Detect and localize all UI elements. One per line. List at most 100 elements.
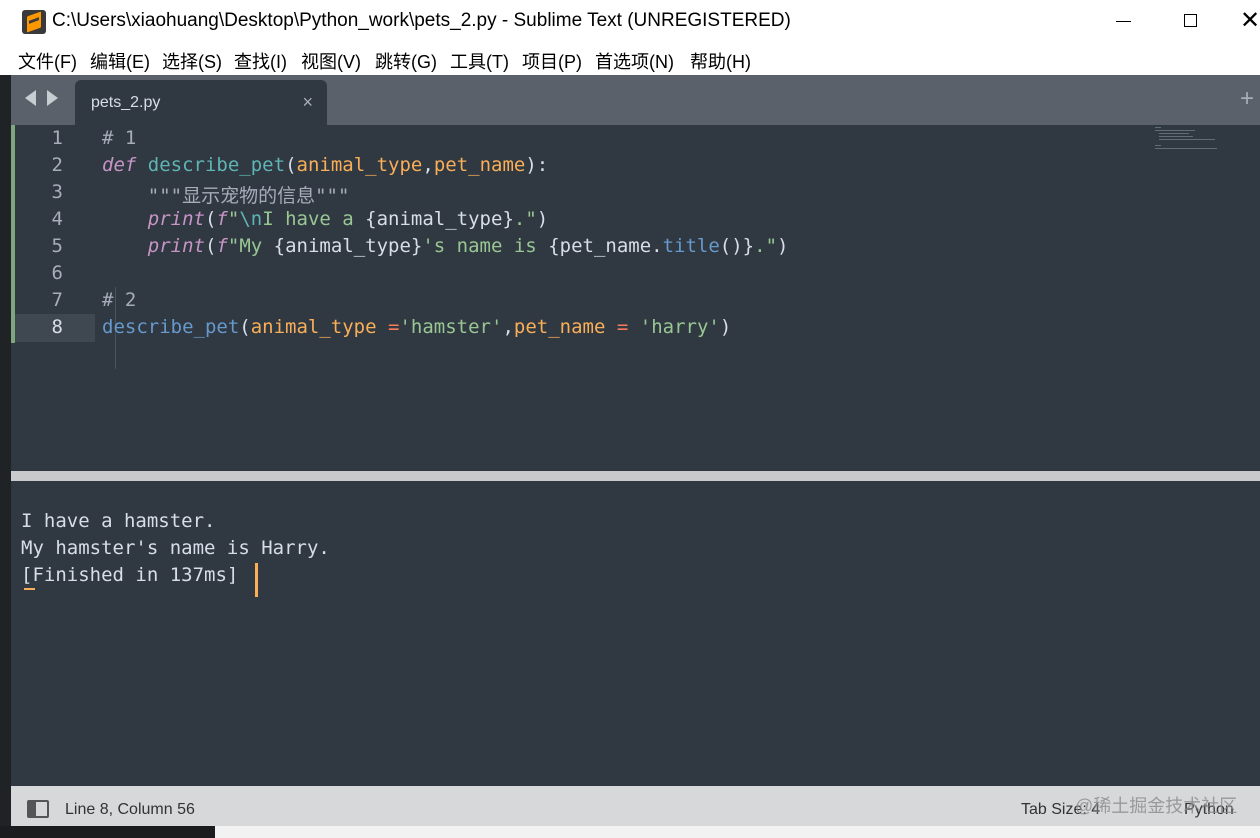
code-token: def bbox=[102, 154, 137, 176]
tab-bar: pets_2.py × + bbox=[11, 75, 1260, 125]
output-line: I have a hamster. bbox=[21, 510, 216, 532]
tab-label: pets_2.py bbox=[91, 94, 161, 111]
code-editor[interactable]: 12345678 # 1 def describe_pet(animal_type… bbox=[11, 125, 1260, 471]
menu-find[interactable]: 查找(I) bbox=[234, 48, 287, 74]
code-token: describe_pet bbox=[147, 154, 286, 176]
line-number: 5 bbox=[51, 235, 63, 257]
code-token: ( bbox=[239, 316, 251, 338]
code-token: ( bbox=[204, 208, 217, 230]
code-token: """显示宠物的信息""" bbox=[102, 185, 350, 207]
code-token: ." bbox=[513, 208, 537, 230]
code-line[interactable]: print(f"\nI have a {animal_type}.") bbox=[102, 208, 548, 230]
triangle-right-icon[interactable] bbox=[47, 90, 58, 106]
code-token: \n bbox=[239, 208, 263, 230]
code-token: ) bbox=[719, 316, 732, 338]
code-token: print bbox=[147, 208, 205, 230]
code-token: ) bbox=[536, 208, 549, 230]
menu-selection[interactable]: 选择(S) bbox=[162, 48, 222, 74]
taskbar-strip-light bbox=[215, 826, 1260, 838]
code-line[interactable]: """显示宠物的信息""" bbox=[102, 181, 350, 208]
status-bar: Line 8, Column 56 Tab Size: 4 Python @稀土… bbox=[11, 786, 1260, 826]
code-line[interactable]: print(f"My {animal_type}'s name is {pet_… bbox=[102, 235, 789, 257]
code-token: # 1 bbox=[102, 127, 137, 149]
code-token: ." bbox=[754, 235, 778, 257]
menu-help[interactable]: 帮助(H) bbox=[690, 48, 751, 74]
minimap[interactable] bbox=[1155, 127, 1245, 153]
bracket-match-underline bbox=[24, 588, 35, 590]
close-icon[interactable]: × bbox=[302, 92, 313, 113]
minimize-button[interactable] bbox=[1116, 21, 1131, 22]
build-output-panel: I have a hamster. My hamster's name is H… bbox=[11, 481, 1260, 786]
code-token: " bbox=[227, 208, 240, 230]
code-token: describe_pet bbox=[102, 316, 240, 338]
line-number: 1 bbox=[51, 127, 63, 149]
cursor-position[interactable]: Line 8, Column 56 bbox=[65, 801, 195, 819]
code-token: {pet_name. bbox=[548, 235, 663, 257]
code-token: {animal_type} bbox=[365, 208, 514, 230]
output-line: [Finished in 137ms] bbox=[21, 564, 239, 586]
sublime-text-icon bbox=[22, 10, 46, 34]
plus-icon[interactable]: + bbox=[1240, 85, 1254, 113]
code-token: ()} bbox=[719, 235, 755, 257]
output-line: My hamster's name is Harry. bbox=[21, 537, 330, 559]
code-token: , bbox=[422, 154, 434, 176]
line-number: 3 bbox=[51, 181, 63, 203]
triangle-left-icon[interactable] bbox=[25, 90, 36, 106]
code-line[interactable]: # 2 bbox=[102, 289, 136, 311]
panel-splitter[interactable] bbox=[11, 471, 1260, 481]
title-bar: C:\Users\xiaohuang\Desktop\Python_work\p… bbox=[0, 0, 1260, 44]
window-left-edge bbox=[0, 75, 11, 838]
code-token: 'hamster' bbox=[399, 316, 503, 338]
line-number: 8 bbox=[51, 316, 63, 338]
line-number: 6 bbox=[51, 262, 63, 284]
code-token: ( bbox=[204, 235, 217, 257]
watermark: @稀土掘金技术社区 bbox=[1075, 796, 1238, 816]
line-number: 2 bbox=[51, 154, 63, 176]
code-token: ( bbox=[285, 154, 297, 176]
window-title: C:\Users\xiaohuang\Desktop\Python_work\p… bbox=[52, 10, 791, 31]
menu-preferences[interactable]: 首选项(N) bbox=[595, 48, 674, 74]
code-token: # 2 bbox=[102, 289, 137, 311]
code-line[interactable]: def describe_pet(animal_type,pet_name): bbox=[102, 154, 548, 176]
code-token: pet_name bbox=[513, 316, 606, 338]
code-token: pet_name bbox=[433, 154, 526, 176]
close-window-button[interactable]: ✕ bbox=[1240, 6, 1260, 36]
line-number: 7 bbox=[51, 289, 63, 311]
code-token: title bbox=[662, 235, 720, 257]
code-token: animal_type bbox=[296, 154, 423, 176]
code-token: = bbox=[616, 316, 629, 338]
line-number: 4 bbox=[51, 208, 63, 230]
code-token: ) bbox=[777, 235, 789, 257]
code-token: {animal_type} bbox=[273, 235, 423, 257]
code-token: = bbox=[388, 316, 400, 338]
maximize-button[interactable] bbox=[1184, 14, 1197, 27]
menu-project[interactable]: 项目(P) bbox=[522, 48, 582, 74]
tab-pets-2-py[interactable]: pets_2.py × bbox=[75, 80, 327, 125]
code-token: 's name is bbox=[422, 235, 549, 257]
modified-lines-marker bbox=[11, 125, 15, 343]
code-token: "My bbox=[227, 235, 274, 257]
menu-view[interactable]: 视图(V) bbox=[301, 48, 361, 74]
panel-toggle-icon[interactable] bbox=[27, 800, 49, 818]
code-token: , bbox=[502, 316, 514, 338]
code-token: f bbox=[216, 208, 228, 230]
menu-bar: 文件(F) 编辑(E) 选择(S) 查找(I) 视图(V) 跳转(G) 工具(T… bbox=[0, 44, 1260, 75]
code-line[interactable]: # 1 bbox=[102, 127, 136, 149]
code-token: ): bbox=[525, 154, 549, 176]
code-token: f bbox=[216, 235, 228, 257]
text-cursor bbox=[255, 563, 258, 597]
menu-edit[interactable]: 编辑(E) bbox=[90, 48, 150, 74]
code-line[interactable]: describe_pet(animal_type ='hamster',pet_… bbox=[102, 316, 731, 338]
code-token: I have a bbox=[262, 208, 366, 230]
menu-goto[interactable]: 跳转(G) bbox=[375, 48, 437, 74]
menu-tools[interactable]: 工具(T) bbox=[450, 48, 509, 74]
code-token: print bbox=[147, 235, 205, 257]
menu-file[interactable]: 文件(F) bbox=[18, 48, 77, 74]
code-token: animal_type bbox=[250, 316, 377, 338]
